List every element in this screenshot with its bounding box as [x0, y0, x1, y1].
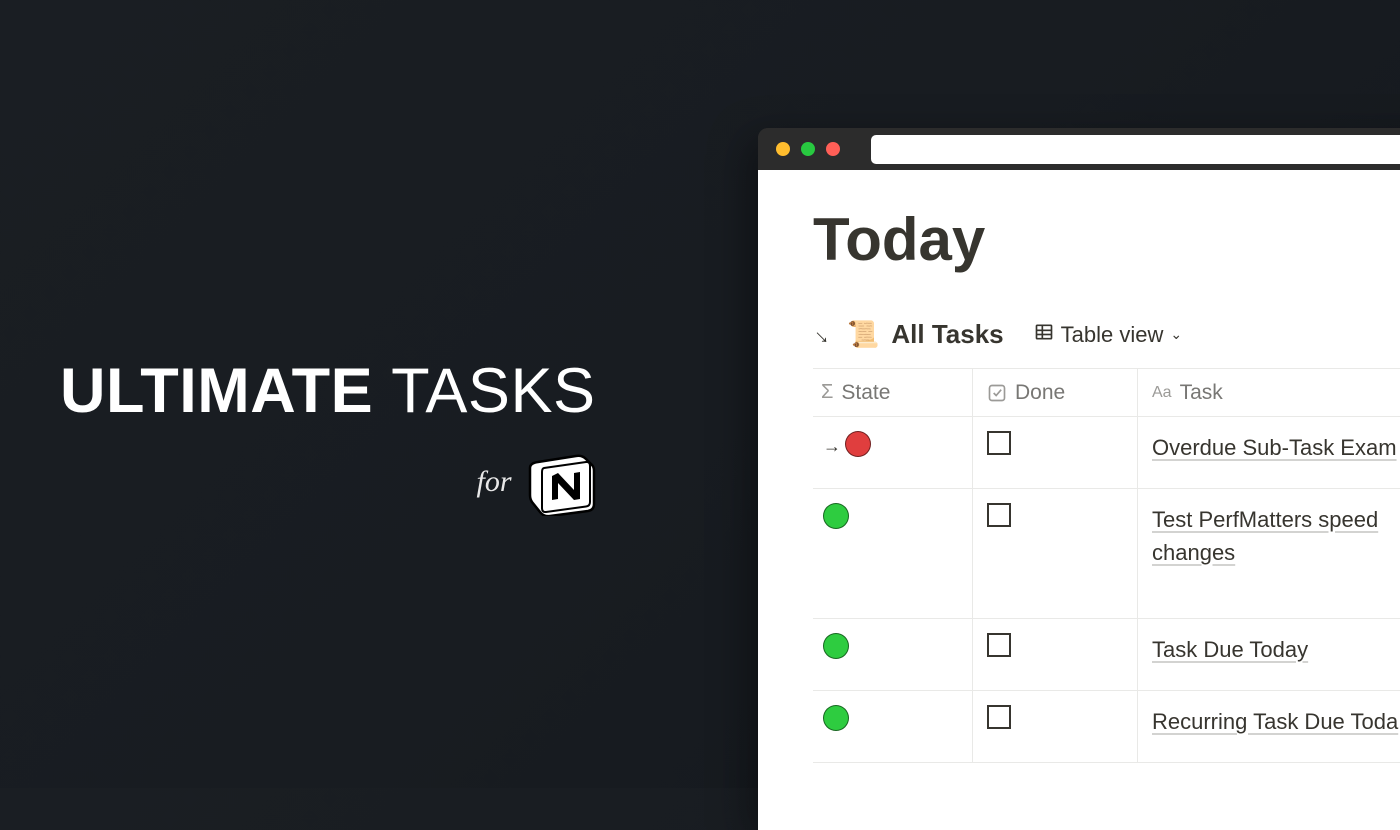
- url-bar[interactable]: [871, 135, 1400, 164]
- done-checkbox[interactable]: [987, 431, 1011, 455]
- state-dot-icon: [823, 503, 849, 529]
- table-row[interactable]: Test PerfMatters speed changes: [813, 489, 1400, 619]
- table-row[interactable]: Task Due Today: [813, 619, 1400, 691]
- branding-block: ULTIMATE TASKS for: [60, 360, 596, 516]
- cell-done: [973, 417, 1138, 488]
- notion-logo-icon: [528, 448, 596, 516]
- done-checkbox[interactable]: [987, 705, 1011, 729]
- brand-title-light: TASKS: [391, 356, 595, 426]
- cell-done: [973, 691, 1138, 762]
- cell-task-title[interactable]: Recurring Task Due Toda: [1138, 691, 1400, 762]
- app-content: Today → 📜 All Tasks Table view ⌄: [758, 170, 1400, 830]
- brand-title: ULTIMATE TASKS: [60, 360, 596, 423]
- column-header-done[interactable]: Done: [973, 369, 1138, 416]
- subtask-arrow-icon: →: [823, 436, 841, 457]
- chevron-down-icon: ⌄: [1170, 326, 1182, 343]
- scroll-emoji-icon: 📜: [847, 319, 879, 350]
- cell-done: [973, 489, 1138, 618]
- view-switcher[interactable]: Table view ⌄: [1034, 322, 1182, 348]
- title-property-icon: Aa: [1152, 384, 1172, 402]
- database-source-name[interactable]: All Tasks: [891, 319, 1003, 350]
- checkbox-property-icon: [987, 383, 1007, 403]
- cell-state: [813, 691, 973, 762]
- state-dot-icon: [823, 705, 849, 731]
- cell-state: [813, 489, 973, 618]
- state-dot-icon: [823, 633, 849, 659]
- done-checkbox[interactable]: [987, 503, 1011, 527]
- page-title: Today: [813, 205, 1400, 274]
- cell-task-title[interactable]: Task Due Today: [1138, 619, 1400, 690]
- for-label: for: [476, 465, 511, 499]
- open-source-icon[interactable]: →: [807, 318, 841, 352]
- table-row[interactable]: → Overdue Sub-Task Exam: [813, 417, 1400, 489]
- table-header-row: Σ State Done Aa Task: [813, 369, 1400, 417]
- column-label-done: Done: [1015, 381, 1065, 405]
- cell-state: →: [813, 417, 973, 488]
- column-label-task: Task: [1180, 381, 1223, 405]
- done-checkbox[interactable]: [987, 633, 1011, 657]
- formula-icon: Σ: [821, 381, 833, 404]
- brand-subtitle: for: [60, 448, 596, 516]
- cell-task-title[interactable]: Test PerfMatters speed changes: [1138, 489, 1400, 618]
- table-row[interactable]: Recurring Task Due Toda: [813, 691, 1400, 763]
- column-label-state: State: [841, 381, 890, 405]
- column-header-task[interactable]: Aa Task: [1138, 369, 1400, 416]
- window-minimize-button[interactable]: [801, 142, 815, 156]
- window-maximize-button[interactable]: [826, 142, 840, 156]
- column-header-state[interactable]: Σ State: [813, 369, 973, 416]
- brand-title-bold: ULTIMATE: [60, 356, 373, 426]
- task-table: Σ State Done Aa Task →O: [813, 368, 1400, 763]
- view-type-label: Table view: [1061, 322, 1164, 348]
- view-header: → 📜 All Tasks Table view ⌄: [813, 319, 1400, 350]
- browser-window: Today → 📜 All Tasks Table view ⌄: [758, 128, 1400, 830]
- window-close-button[interactable]: [776, 142, 790, 156]
- window-titlebar: [758, 128, 1400, 170]
- cell-state: [813, 619, 973, 690]
- table-icon: [1034, 322, 1054, 347]
- state-dot-icon: [845, 431, 871, 457]
- cell-done: [973, 619, 1138, 690]
- cell-task-title[interactable]: Overdue Sub-Task Exam: [1138, 417, 1400, 488]
